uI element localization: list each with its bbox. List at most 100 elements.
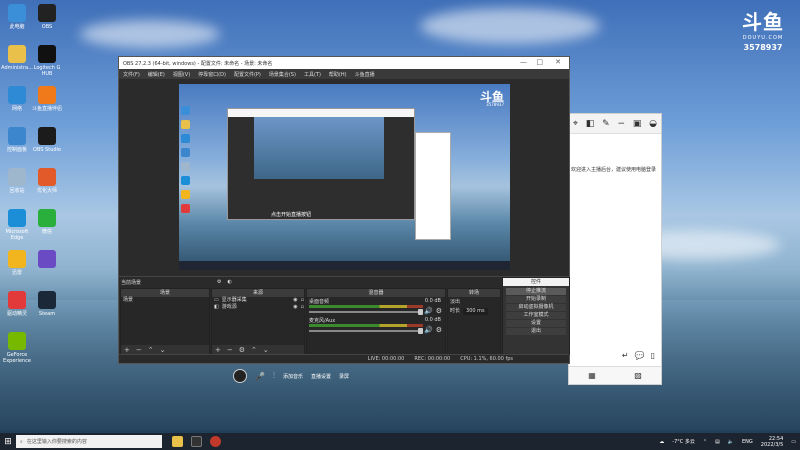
source-item[interactable]: ▭ 显示器采集 ◉ ▫ <box>212 297 304 304</box>
up-icon[interactable]: ⌃ <box>251 346 257 354</box>
obs-preview[interactable]: 点击开始直播按钮 斗鱼 3578937 <box>179 84 510 270</box>
clock[interactable]: 22:54 2022/3/5 <box>761 436 783 448</box>
add-icon[interactable]: + <box>124 346 130 354</box>
desktop-icon[interactable]: 驱动精灵 <box>0 291 34 317</box>
menu-item[interactable]: 斗鱼直播 <box>355 71 375 78</box>
menu-item[interactable]: 编辑(E) <box>148 71 165 78</box>
desktop-icon[interactable]: 回收站 <box>0 168 34 194</box>
add-music-button[interactable]: 添加音乐 <box>283 373 303 380</box>
volume-slider[interactable] <box>309 309 423 315</box>
filter-icon[interactable]: ◐ <box>228 279 232 285</box>
duration-field[interactable]: 时长 300 ms <box>448 308 500 315</box>
desktop-icon[interactable]: GeForce Experience <box>0 332 34 364</box>
notification-icon[interactable]: ▭ <box>791 439 796 445</box>
menu-item[interactable]: 帮助(H) <box>329 71 347 78</box>
down-icon[interactable]: ⌄ <box>160 346 166 354</box>
desktop-icon[interactable]: 优化大师 <box>30 168 64 194</box>
remove-icon[interactable]: − <box>227 346 233 354</box>
lock-icon[interactable]: ▫ <box>301 297 304 304</box>
brush-icon[interactable]: ✎ <box>602 119 610 129</box>
douyu-taskbar-icon[interactable] <box>210 436 221 447</box>
mode-icon[interactable]: ▦ <box>588 371 596 380</box>
desktop-icon[interactable]: OBS <box>30 4 64 30</box>
desktop-icon[interactable]: 斗鱼直播伴侣 <box>30 86 64 112</box>
live-settings-button[interactable]: 直播设置 <box>311 373 331 380</box>
close-icon[interactable]: ✕ <box>555 58 561 66</box>
control-button[interactable]: 退出 <box>506 328 566 335</box>
eye-icon[interactable]: ◉ <box>293 297 297 304</box>
speaker-icon[interactable]: 🔊 <box>424 307 433 315</box>
control-button[interactable]: 启动虚拟摄像机 <box>506 304 566 311</box>
duration-value[interactable]: 300 ms <box>463 308 488 315</box>
gamepad-icon[interactable]: ◧ <box>586 119 595 129</box>
cursor-icon[interactable]: ⌖ <box>573 119 578 129</box>
slider-knob[interactable] <box>418 309 423 315</box>
desktop-icon[interactable] <box>30 250 64 270</box>
desktop-icon[interactable]: Administra... <box>0 45 34 71</box>
lock-icon[interactable]: ▣ <box>633 119 642 129</box>
volume-icon[interactable]: 🔈 <box>728 439 734 445</box>
mixer-icon[interactable]: ⫶ <box>273 371 275 381</box>
up-icon[interactable]: ⌃ <box>148 346 154 354</box>
phone-icon[interactable]: ▯ <box>651 351 655 360</box>
transitions-body: 淡出 时长 300 ms <box>448 297 500 354</box>
desktop-icon[interactable]: 微信 <box>30 209 64 235</box>
image-icon[interactable]: ▨ <box>634 371 642 380</box>
menu-item[interactable]: 停靠窗口(D) <box>198 71 226 78</box>
speaker-icon[interactable]: 🔊 <box>424 326 433 334</box>
menu-item[interactable]: 工具(T) <box>304 71 321 78</box>
gear-icon[interactable]: ⚙ <box>239 346 245 354</box>
collapse-icon[interactable]: ◒ <box>649 119 657 129</box>
chat-icon[interactable]: 💬 <box>635 351 645 360</box>
menu-item[interactable]: 视图(V) <box>173 71 190 78</box>
scene-item[interactable]: 场景 <box>121 297 209 304</box>
obs-taskbar-icon[interactable] <box>191 436 202 447</box>
minus-icon[interactable]: − <box>617 119 625 129</box>
desktop-icon[interactable]: Steam <box>30 291 64 317</box>
desktop-icon[interactable]: Microsoft Edge <box>0 209 34 241</box>
maximize-icon[interactable]: □ <box>536 58 543 66</box>
control-button[interactable]: 开始录制 <box>506 296 566 303</box>
chevron-up-icon[interactable]: ⌃ <box>703 439 707 445</box>
background-window[interactable]: ⌖ ◧ ✎ − ▣ ◒ 欢迎进入主播后台，建议使用电脑登录 ↵ 💬 ▯ ▦ ▨ <box>568 113 662 385</box>
eye-icon[interactable]: ◉ <box>293 304 297 311</box>
volume-slider[interactable] <box>309 328 423 334</box>
desktop-icon[interactable]: 控制面板 <box>0 127 34 153</box>
obs-window[interactable]: OBS 27.2.3 (64-bit, windows) - 配置文件: 未命名… <box>118 56 570 364</box>
control-button[interactable]: 工作室模式 <box>506 312 566 319</box>
screen-record-button[interactable]: 录屏 <box>339 373 349 380</box>
taskbar-search[interactable]: ⌕ 在这里输入你要搜索的内容 <box>16 435 162 448</box>
channel-name: 麦克风/Aux <box>309 318 336 324</box>
windows-start-icon[interactable]: ⊞ <box>0 433 16 450</box>
down-icon[interactable]: ⌄ <box>263 346 269 354</box>
desktop-icon[interactable]: 此电脑 <box>0 4 34 30</box>
weather-text[interactable]: -7°C 多云 <box>672 438 695 445</box>
desktop-icon[interactable]: 迅雷 <box>0 250 34 276</box>
remove-icon[interactable]: − <box>136 346 142 354</box>
source-item[interactable]: ◧ 游戏源 ◉ ▫ <box>212 304 304 311</box>
transition-select[interactable]: 淡出 <box>448 299 500 306</box>
lock-icon[interactable]: ▫ <box>301 304 304 311</box>
menu-item[interactable]: 配置文件(P) <box>234 71 261 78</box>
network-icon[interactable]: ▤ <box>715 439 720 445</box>
menu-item[interactable]: 场景集合(S) <box>269 71 296 78</box>
mic-icon[interactable]: 🎤 <box>255 372 265 381</box>
minimize-icon[interactable]: — <box>520 58 527 66</box>
desktop-icon[interactable]: OBS Studio <box>30 127 64 153</box>
menu-item[interactable]: 文件(F) <box>123 71 140 78</box>
gear-icon[interactable]: ⚙ <box>217 279 221 285</box>
slider-knob[interactable] <box>418 328 423 334</box>
add-icon[interactable]: + <box>215 346 221 354</box>
control-button[interactable]: 停止推流 <box>506 288 566 295</box>
file-explorer-icon[interactable] <box>172 436 183 447</box>
control-button[interactable]: 设置 <box>506 320 566 327</box>
gear-icon[interactable]: ⚙ <box>436 307 442 315</box>
record-button[interactable] <box>233 369 247 383</box>
language-indicator[interactable]: ENG <box>742 439 753 445</box>
enter-icon[interactable]: ↵ <box>622 351 629 360</box>
gear-icon[interactable]: ⚙ <box>436 326 442 334</box>
desktop-icon-label: 优化大师 <box>36 188 57 194</box>
desktop-icon[interactable]: Logitech G HUB <box>30 45 64 77</box>
weather-icon[interactable]: ☁ <box>659 439 664 445</box>
desktop-icon[interactable]: 网络 <box>0 86 34 112</box>
